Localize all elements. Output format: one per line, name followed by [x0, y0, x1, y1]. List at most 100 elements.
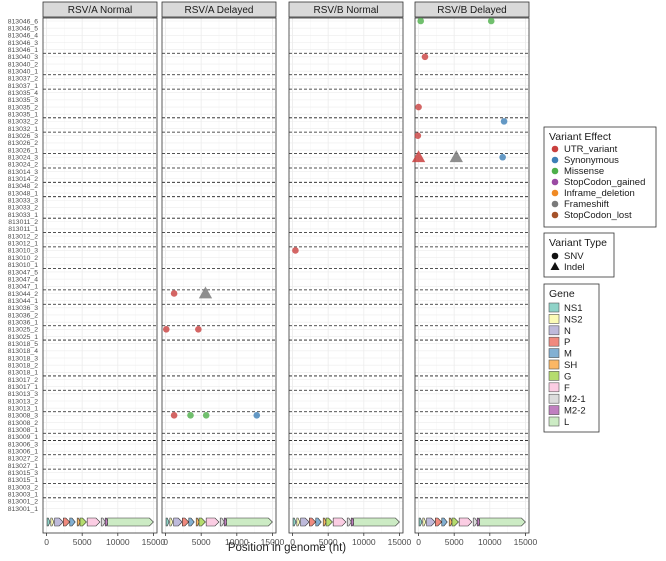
x-tick-label: 5000	[73, 537, 92, 547]
y-tick-label: 813013_2	[8, 398, 38, 405]
legend-key	[548, 325, 560, 336]
legend-entry: M2-1	[564, 394, 586, 405]
legend-key	[548, 348, 560, 358]
y-tick-label: 813008_3	[8, 413, 38, 420]
y-tick-label: 813009_1	[8, 434, 38, 441]
legend-entry: P	[564, 337, 570, 348]
x-tick-label: 15000	[388, 537, 412, 547]
legend-entry: M	[564, 349, 572, 360]
variant-point-snv	[500, 118, 508, 125]
y-tick-label: 813014_3	[8, 169, 38, 176]
legend-entry: StopCodon_lost	[564, 210, 632, 221]
legend-key	[551, 211, 559, 219]
y-tick-label: 813013_1	[8, 405, 38, 412]
y-tick-label: 813044_2	[8, 291, 38, 298]
legend-entry: L	[564, 417, 569, 428]
y-tick-label: 813046_3	[8, 40, 38, 47]
facet-panel: RSV/B Normal0 5000 10000 15000	[288, 1, 412, 547]
variant-point-snv	[195, 326, 202, 333]
legend-entry: UTR_variant	[564, 144, 618, 155]
variant-point-snv	[253, 412, 261, 419]
y-tick-label: 813046_1	[8, 47, 38, 54]
legend-key	[548, 371, 560, 381]
legend-title: Variant Type	[549, 237, 607, 249]
y-tick-label: 813018_5	[8, 341, 38, 348]
y-tick-label: 813036_2	[8, 312, 38, 319]
y-tick-label: 813037_2	[8, 76, 38, 83]
y-tick-label: 813036_3	[8, 305, 38, 312]
y-tick-label: 813006_3	[8, 441, 38, 448]
variant-plot: RSV/A Normal 0 5000 10000 15000 RSV/A Delayed…	[8, 1, 657, 554]
y-tick-label: 813047_1	[8, 284, 38, 291]
legend-variant-effect: Variant EffectUTR_variantSynonymousMisse…	[543, 126, 657, 228]
legend-entry: SNV	[564, 251, 584, 262]
legend-key	[548, 336, 560, 347]
y-tick-label: 813011_1	[8, 226, 38, 233]
legend-entry: NS2	[564, 314, 582, 325]
legend-entry: Frameshift	[564, 199, 609, 210]
y-tick-label: 813046_4	[8, 33, 38, 40]
legend-key	[551, 145, 559, 153]
variant-point-snv	[162, 326, 170, 333]
y-tick-label: 813025_1	[8, 334, 38, 341]
variant-point-snv	[170, 290, 178, 297]
legend-key	[551, 200, 559, 208]
variant-point-snv	[414, 132, 422, 140]
y-tick-label: 813026_1	[8, 147, 38, 154]
x-axis-title: Position in genome (nt)	[228, 542, 346, 554]
y-tick-label: 813035_2	[8, 104, 38, 111]
y-tick-label: 813047_4	[8, 276, 38, 283]
variant-point-snv	[487, 17, 495, 25]
sample-labels: 813046_6813046_5813046_4813046_3813046_1…	[8, 18, 38, 513]
x-tick-label: 0	[163, 537, 168, 547]
x-tick-label: 5000	[192, 537, 211, 547]
legend-key	[551, 167, 559, 175]
facet-panel: RSV/B Delayed 0 5000 10000 15000	[414, 1, 538, 547]
legend-entry: NS1	[564, 303, 582, 314]
y-tick-label: 813003_1	[8, 492, 38, 499]
legend-entry: SH	[564, 360, 577, 371]
legend-entry: F	[564, 383, 570, 394]
y-tick-label: 813015_3	[8, 470, 38, 477]
gene-arrow-l	[479, 517, 526, 527]
y-tick-label: 813018_1	[8, 370, 38, 377]
y-tick-label: 813008_1	[8, 427, 38, 434]
x-tick-label: 10000	[478, 537, 502, 547]
y-tick-label: 813035_4	[8, 90, 38, 97]
legend-key	[551, 156, 559, 164]
legend-title: Gene	[549, 288, 575, 300]
y-tick-label: 813018_2	[8, 362, 38, 369]
y-tick-label: 813033_1	[8, 212, 38, 219]
legend-entry: Missense	[564, 166, 604, 177]
y-tick-label: 813018_4	[8, 348, 38, 355]
legend-key	[551, 178, 559, 186]
gene-arrow-l	[226, 517, 273, 527]
y-tick-label: 813024_3	[8, 155, 38, 162]
y-tick-label: 813011_2	[8, 219, 38, 226]
y-tick-label: 813018_3	[8, 355, 38, 362]
y-tick-label: 813033_2	[8, 205, 38, 212]
y-tick-label: 813012_1	[8, 241, 38, 248]
variant-point-snv	[421, 53, 429, 61]
legend-entry: Inframe_deletion	[564, 188, 635, 199]
x-tick-label: 15000	[514, 537, 538, 547]
y-tick-label: 813012_2	[8, 233, 38, 240]
legend-title: Variant Effect	[549, 131, 611, 143]
y-tick-label: 813035_1	[8, 112, 38, 119]
y-tick-label: 813046_5	[8, 25, 38, 32]
legend-entry: G	[564, 371, 571, 382]
legends: Variant EffectUTR_variantSynonymousMisse…	[543, 126, 657, 433]
legend-key	[548, 382, 560, 393]
variant-point-snv	[170, 412, 178, 419]
y-tick-label: 813001_2	[8, 499, 38, 506]
x-tick-label: 0	[44, 537, 49, 547]
facet-title: RSV/A Delayed	[185, 5, 254, 16]
y-tick-label: 813033_3	[8, 198, 38, 205]
legend-key	[548, 393, 560, 404]
x-tick-label: 0	[416, 537, 421, 547]
y-tick-label: 813006_1	[8, 449, 38, 456]
gene-arrow-l	[107, 517, 154, 527]
facet-title: RSV/B Delayed	[437, 5, 506, 16]
legend-entry: N	[564, 326, 571, 337]
x-tick-label: 15000	[142, 537, 166, 547]
